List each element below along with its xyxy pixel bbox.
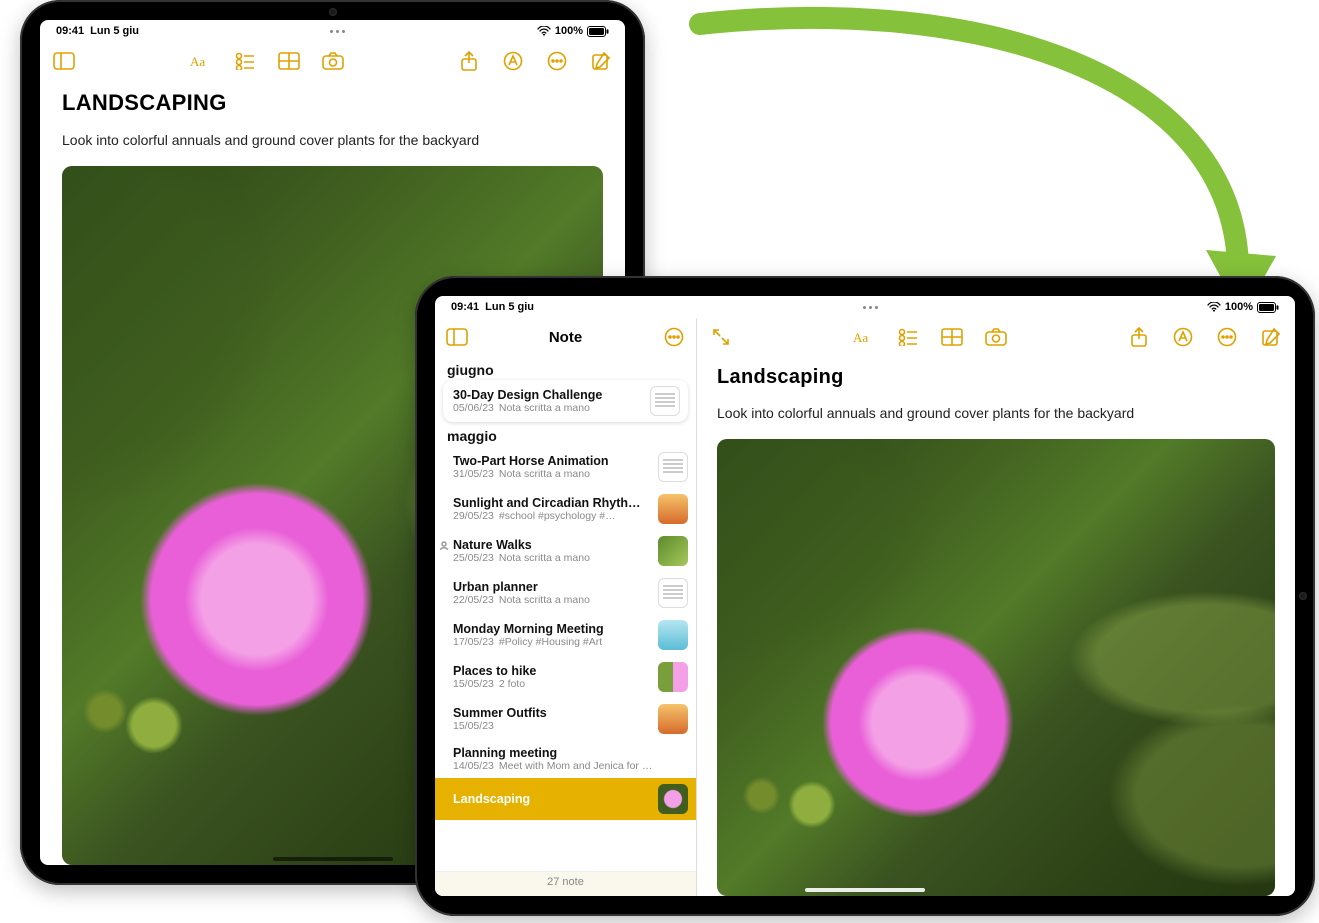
share-icon[interactable]: [1127, 325, 1151, 349]
sidebar-note-item[interactable]: Urban planner22/05/23Nota scritta a mano: [435, 572, 696, 614]
sidebar-toggle-icon[interactable]: [52, 49, 76, 73]
sidebar-note-item[interactable]: Places to hike15/05/232 foto: [435, 656, 696, 698]
note-item-subtitle: 25/05/23Nota scritta a mano: [453, 552, 650, 564]
notes-sidebar: Note giugno30-Day Design Challenge05/06/…: [435, 318, 697, 896]
sidebar-section-header: giugno: [435, 356, 696, 380]
note-item-subtitle: 31/05/23Nota scritta a mano: [453, 468, 650, 480]
svg-text:Aa: Aa: [190, 54, 205, 69]
checklist-icon[interactable]: [896, 325, 920, 349]
note-item-title: Monday Morning Meeting: [453, 622, 650, 636]
multitask-dots[interactable]: [855, 306, 885, 309]
toolbar-landscape: Aa: [697, 318, 1295, 356]
sidebar-note-item[interactable]: Planning meeting14/05/23Meet with Mom an…: [435, 740, 696, 778]
camera-dot: [1299, 592, 1307, 600]
battery-pct: 100%: [1225, 301, 1253, 313]
more-icon[interactable]: [545, 49, 569, 73]
note-item-title: Landscaping: [453, 792, 650, 806]
sidebar-section-header: maggio: [435, 422, 696, 446]
note-item-thumb: [658, 662, 688, 692]
note-item-subtitle: 15/05/23: [453, 720, 650, 732]
note-item-title: Two-Part Horse Animation: [453, 454, 650, 468]
more-icon[interactable]: [662, 325, 686, 349]
camera-dot: [329, 8, 337, 16]
status-bar: 09:41 Lun 5 giu 100%: [435, 296, 1295, 318]
wifi-icon: [537, 26, 551, 36]
text-format-icon[interactable]: Aa: [852, 325, 876, 349]
camera-icon[interactable]: [321, 49, 345, 73]
status-date: Lun 5 giu: [90, 25, 139, 37]
sidebar-list-scroll[interactable]: giugno30-Day Design Challenge05/06/23Not…: [435, 356, 696, 871]
note-item-subtitle: 29/05/23#school #psychology #…: [453, 510, 650, 522]
note-detail-pane: Aa Landscaping Look into colorful annu: [697, 318, 1295, 896]
battery-icon: [1257, 302, 1279, 313]
status-time: 09:41: [451, 301, 479, 313]
home-indicator[interactable]: [805, 888, 925, 892]
sidebar-note-item[interactable]: Two-Part Horse Animation31/05/23Nota scr…: [435, 446, 696, 488]
wifi-icon: [1207, 302, 1221, 312]
battery-pct: 100%: [555, 25, 583, 37]
note-item-title: Summer Outfits: [453, 706, 650, 720]
note-body: Landscaping Look into colorful annuals a…: [697, 356, 1295, 896]
share-icon[interactable]: [457, 49, 481, 73]
sidebar-note-item[interactable]: Summer Outfits15/05/23: [435, 698, 696, 740]
toolbar-portrait: Aa: [40, 42, 625, 80]
note-item-thumb: [658, 452, 688, 482]
note-item-thumb: [658, 704, 688, 734]
table-icon[interactable]: [940, 325, 964, 349]
svg-text:Aa: Aa: [853, 330, 868, 345]
screen-landscape: 09:41 Lun 5 giu 100% Note: [435, 296, 1295, 896]
note-item-title: Nature Walks: [453, 538, 650, 552]
multitask-dots[interactable]: [323, 30, 353, 33]
note-item-title: Places to hike: [453, 664, 650, 678]
note-title[interactable]: LANDSCAPING: [62, 90, 603, 116]
sidebar-note-item[interactable]: Nature Walks25/05/23Nota scritta a mano: [435, 530, 696, 572]
compose-icon[interactable]: [589, 49, 613, 73]
status-date: Lun 5 giu: [485, 301, 534, 313]
text-format-icon[interactable]: Aa: [189, 49, 213, 73]
sidebar-footer-count: 27 note: [435, 871, 696, 896]
note-item-title: 30-Day Design Challenge: [453, 388, 642, 402]
more-icon[interactable]: [1215, 325, 1239, 349]
sidebar-toggle-icon[interactable]: [445, 325, 469, 349]
note-item-subtitle: 22/05/23Nota scritta a mano: [453, 594, 650, 606]
note-item-thumb: [658, 578, 688, 608]
note-item-thumb: [658, 494, 688, 524]
sidebar-note-item[interactable]: 30-Day Design Challenge05/06/23Nota scri…: [443, 380, 688, 422]
note-item-title: Sunlight and Circadian Rhyth…: [453, 496, 650, 510]
note-item-thumb: [658, 536, 688, 566]
status-time: 09:41: [56, 25, 84, 37]
ipad-landscape: 09:41 Lun 5 giu 100% Note: [415, 276, 1315, 916]
note-item-thumb: [658, 784, 688, 814]
sidebar-note-item[interactable]: Landscaping: [435, 778, 696, 820]
note-item-subtitle: 17/05/23#Policy #Housing #Art: [453, 636, 650, 648]
note-item-subtitle: 05/06/23Nota scritta a mano: [453, 402, 642, 414]
note-photo[interactable]: [717, 439, 1275, 896]
shared-icon: [439, 538, 449, 548]
sidebar-note-item[interactable]: Monday Morning Meeting17/05/23#Policy #H…: [435, 614, 696, 656]
compose-icon[interactable]: [1259, 325, 1283, 349]
camera-icon[interactable]: [984, 325, 1008, 349]
note-item-thumb: [658, 620, 688, 650]
checklist-icon[interactable]: [233, 49, 257, 73]
note-text[interactable]: Look into colorful annuals and ground co…: [62, 132, 603, 148]
sidebar-note-item[interactable]: Sunlight and Circadian Rhyth…29/05/23#sc…: [435, 488, 696, 530]
note-item-subtitle: 14/05/23Meet with Mom and Jenica for …: [453, 760, 688, 772]
status-bar: 09:41 Lun 5 giu 100%: [40, 20, 625, 42]
home-indicator[interactable]: [273, 857, 393, 861]
sidebar-title: Note: [469, 329, 662, 346]
note-text[interactable]: Look into colorful annuals and ground co…: [717, 405, 1275, 421]
markup-icon[interactable]: [501, 49, 525, 73]
note-item-subtitle: 15/05/232 foto: [453, 678, 650, 690]
note-item-thumb: [650, 386, 680, 416]
note-item-title: Planning meeting: [453, 746, 688, 760]
battery-icon: [587, 26, 609, 37]
markup-icon[interactable]: [1171, 325, 1195, 349]
note-title[interactable]: Landscaping: [717, 366, 1275, 389]
expand-icon[interactable]: [709, 325, 733, 349]
table-icon[interactable]: [277, 49, 301, 73]
note-item-title: Urban planner: [453, 580, 650, 594]
